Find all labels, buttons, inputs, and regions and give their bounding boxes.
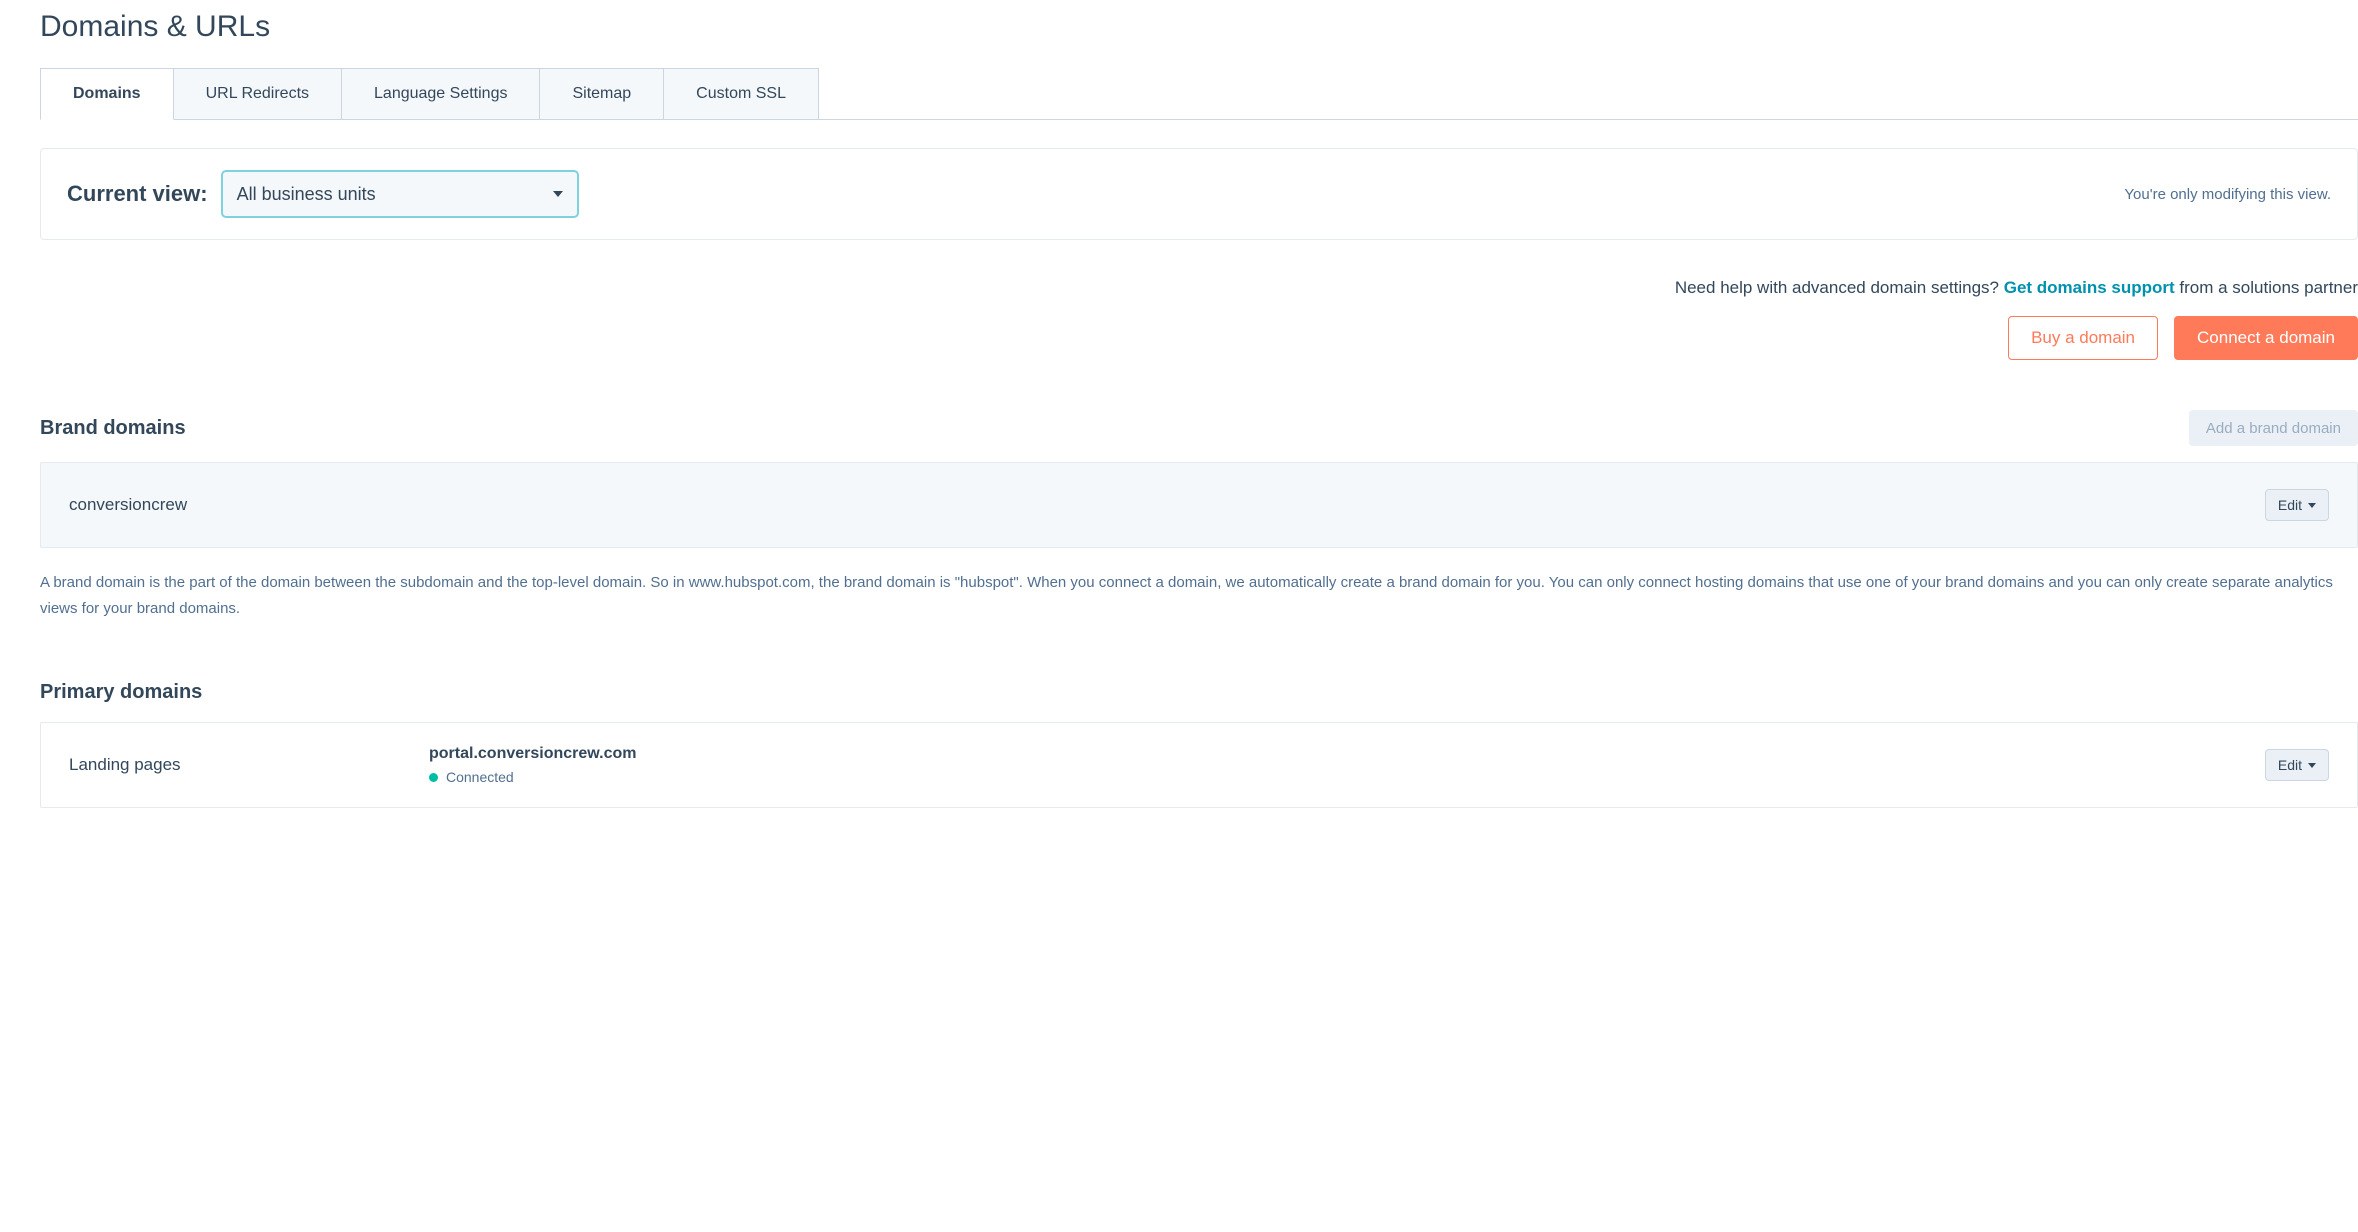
- brand-domains-header: Brand domains Add a brand domain: [40, 410, 2358, 446]
- business-unit-select[interactable]: All business units: [222, 171, 578, 217]
- status-row: Connected: [429, 769, 636, 785]
- tab-url-redirects[interactable]: URL Redirects: [173, 68, 342, 119]
- buy-domain-button[interactable]: Buy a domain: [2008, 316, 2158, 360]
- add-brand-domain-button: Add a brand domain: [2189, 410, 2358, 446]
- current-view-label: Current view:: [67, 181, 208, 207]
- current-view-panel: Current view: All business units You're …: [40, 148, 2358, 240]
- chevron-down-icon: [553, 191, 563, 197]
- help-text: Need help with advanced domain settings?…: [40, 278, 2358, 298]
- chevron-down-icon: [2308, 763, 2316, 768]
- page-title: Domains & URLs: [40, 10, 2358, 44]
- primary-domains-header: Primary domains: [40, 681, 2358, 704]
- primary-domains-title: Primary domains: [40, 681, 202, 704]
- chevron-down-icon: [2308, 503, 2316, 508]
- business-unit-selected: All business units: [237, 184, 376, 205]
- help-prefix: Need help with advanced domain settings?: [1675, 278, 2004, 297]
- brand-domain-name: conversioncrew: [69, 495, 187, 515]
- connect-domain-button[interactable]: Connect a domain: [2174, 316, 2358, 360]
- primary-domain-name: portal.conversioncrew.com: [429, 745, 636, 763]
- tab-custom-ssl[interactable]: Custom SSL: [663, 68, 819, 119]
- get-support-link[interactable]: Get domains support: [2004, 278, 2175, 297]
- tab-sitemap[interactable]: Sitemap: [539, 68, 664, 119]
- tab-domains[interactable]: Domains: [40, 68, 174, 120]
- brand-domain-description: A brand domain is the part of the domain…: [40, 570, 2358, 621]
- view-note: You're only modifying this view.: [2124, 186, 2331, 203]
- primary-edit-button[interactable]: Edit: [2265, 749, 2329, 781]
- status-text: Connected: [446, 769, 514, 785]
- primary-domain-card: Landing pages portal.conversioncrew.com …: [40, 722, 2358, 808]
- primary-domain-type: Landing pages: [69, 755, 269, 775]
- tab-language-settings[interactable]: Language Settings: [341, 68, 540, 119]
- edit-label: Edit: [2278, 497, 2302, 513]
- action-row: Buy a domain Connect a domain: [40, 316, 2358, 360]
- status-dot-icon: [429, 773, 438, 782]
- help-suffix: from a solutions partner: [2175, 278, 2358, 297]
- tabs: Domains URL Redirects Language Settings …: [40, 68, 2358, 120]
- edit-label: Edit: [2278, 757, 2302, 773]
- brand-edit-button[interactable]: Edit: [2265, 489, 2329, 521]
- brand-domains-title: Brand domains: [40, 417, 186, 440]
- brand-domain-card: conversioncrew Edit: [40, 462, 2358, 548]
